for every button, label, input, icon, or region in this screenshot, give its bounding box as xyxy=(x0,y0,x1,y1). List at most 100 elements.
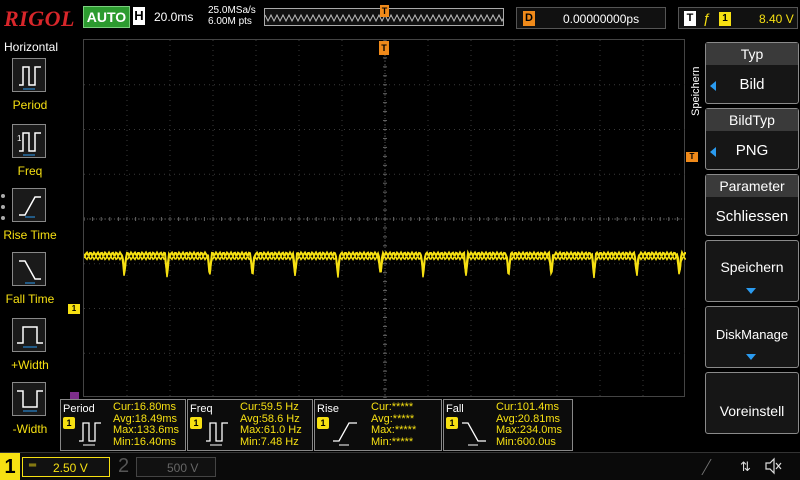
disk-manage-button[interactable]: DiskManage xyxy=(705,306,799,368)
freq-icon xyxy=(206,422,228,446)
measure-freq-button[interactable]: 1 Freq xyxy=(0,124,60,186)
trigger-label: T xyxy=(684,11,696,26)
fall-time-icon xyxy=(462,422,486,446)
image-type-label: BildTyp xyxy=(706,109,798,131)
save-label: Speichern xyxy=(720,259,784,275)
freq-icon: 1 xyxy=(12,124,46,158)
submenu-arrow-icon xyxy=(746,354,756,360)
sample-rate: 25.0MSa/s xyxy=(208,5,256,16)
measurement-name: Rise xyxy=(317,403,340,415)
type-label: Typ xyxy=(706,43,798,65)
timebase-value: 20.0ms xyxy=(154,10,194,24)
save-button[interactable]: Speichern xyxy=(705,240,799,302)
period-icon xyxy=(12,58,46,92)
parameter-value: Schliessen xyxy=(715,208,789,225)
measurement-cur: Cur:16.80ms xyxy=(113,401,176,413)
rise-time-icon xyxy=(333,422,357,446)
ch2-button[interactable]: 2 xyxy=(118,455,129,478)
menu-page-dots xyxy=(1,194,7,227)
measure-freq-label: Freq xyxy=(17,164,43,178)
measure-neg-width-label: -Width xyxy=(12,422,48,436)
auto-button[interactable]: AUTO xyxy=(83,6,130,28)
measurement-rise[interactable]: Rise 1 Cur:***** Avg:***** Max:***** Min… xyxy=(314,399,442,451)
measurement-name: Freq xyxy=(190,403,213,415)
trigger-position-marker: T xyxy=(380,5,389,17)
measurement-values: Cur:59.5 Hz Avg:58.6 Hz Max:61.0 Hz Min:… xyxy=(240,401,302,448)
ch1-offset-marker[interactable]: 1 xyxy=(68,304,80,314)
measure-menu-title: Horizontal xyxy=(3,40,59,54)
trigger-indicator[interactable]: T ƒ 1 8.40 V xyxy=(678,7,798,29)
measure-neg-width-button[interactable]: -Width xyxy=(0,382,60,444)
measure-rise-time-label: Rise Time xyxy=(3,228,57,242)
measure-pos-width-label: +Width xyxy=(11,358,49,372)
channel-status-bar: 1 ═ 2.50 V 2 500 V ⇅ xyxy=(0,452,800,480)
measurement-cur: Cur:101.4ms xyxy=(496,401,559,413)
measurement-channel-badge: 1 xyxy=(63,417,75,429)
pos-width-icon xyxy=(12,318,46,352)
parameter-button[interactable]: Parameter Schliessen xyxy=(705,174,799,236)
type-select[interactable]: Typ Bild xyxy=(705,42,799,104)
neg-width-icon xyxy=(12,382,46,416)
measurement-channel-badge: 1 xyxy=(317,417,329,429)
measurement-values: Cur:101.4ms Avg:20.81ms Max:234.0ms Min:… xyxy=(496,401,563,448)
measurement-fall[interactable]: Fall 1 Cur:101.4ms Avg:20.81ms Max:234.0… xyxy=(443,399,573,451)
measurement-channel-badge: 1 xyxy=(190,417,202,429)
trigger-level-value: 8.40 V xyxy=(759,12,794,26)
measurement-max: Max:234.0ms xyxy=(496,424,563,436)
measure-fall-time-button[interactable]: Fall Time xyxy=(0,252,60,314)
graticule xyxy=(84,40,686,398)
ch1-scale-value: 2.50 V xyxy=(53,461,88,475)
usb-icon: ⇅ xyxy=(740,459,751,474)
ch1-scale-indicator[interactable]: ═ 2.50 V xyxy=(22,457,110,477)
rise-time-icon xyxy=(12,188,46,222)
trigger-source-badge: 1 xyxy=(719,12,731,26)
measurement-min: Min:***** xyxy=(371,435,414,448)
fall-time-icon xyxy=(12,252,46,286)
rising-edge-icon: ƒ xyxy=(703,10,711,26)
save-menu-title: Speichern xyxy=(690,66,702,116)
ch1-button[interactable]: 1 xyxy=(0,453,20,480)
memory-depth: 6.00M pts xyxy=(208,16,252,27)
measurement-freq[interactable]: Freq 1 Cur:59.5 Hz Avg:58.6 Hz Max:61.0 … xyxy=(187,399,313,451)
parameter-label: Parameter xyxy=(706,175,798,197)
measurement-min: Min:600.0us xyxy=(496,435,556,448)
measurement-cur: Cur:***** xyxy=(371,401,414,413)
measurement-period[interactable]: Period 1 Cur:16.80ms Avg:18.49ms Max:133… xyxy=(60,399,186,451)
divider xyxy=(701,459,741,475)
measurement-min: Min:7.48 Hz xyxy=(240,435,299,448)
rigol-logo: RIGOL xyxy=(4,6,75,31)
measurement-max: Max:61.0 Hz xyxy=(240,424,302,436)
measurement-name: Period xyxy=(63,403,95,415)
measure-period-label: Period xyxy=(12,98,48,112)
disk-manage-label: DiskManage xyxy=(715,327,789,342)
measurement-values: Cur:16.80ms Avg:18.49ms Max:133.6ms Min:… xyxy=(113,401,180,448)
top-status-bar: RIGOL AUTO H 20.0ms 25.0MSa/s 6.00M pts … xyxy=(0,0,800,38)
period-icon xyxy=(79,422,101,446)
measurement-max: Max:***** xyxy=(371,424,417,436)
image-type-value: PNG xyxy=(735,142,769,159)
acquisition-info: 25.0MSa/s 6.00M pts xyxy=(208,5,256,27)
preset-label: Voreinstell xyxy=(719,403,785,419)
waveform-display[interactable] xyxy=(83,39,686,398)
measurement-max: Max:133.6ms xyxy=(113,424,180,436)
image-type-select[interactable]: BildTyp PNG xyxy=(705,108,799,170)
trigger-time-marker[interactable]: T xyxy=(379,41,389,55)
submenu-arrow-icon xyxy=(746,288,756,294)
type-value: Bild xyxy=(739,76,765,93)
measurement-channel-badge: 1 xyxy=(446,417,458,429)
ch2-scale-indicator[interactable]: 500 V xyxy=(136,457,216,477)
measure-pos-width-button[interactable]: +Width xyxy=(0,318,60,380)
measurement-min: Min:16.40ms xyxy=(113,435,176,448)
measure-menu: Horizontal Period 1 Freq Rise Time Fall … xyxy=(0,38,60,450)
speaker-muted-icon[interactable] xyxy=(764,457,782,475)
delay-indicator[interactable]: D 0.00000000ps xyxy=(516,7,666,29)
measurement-values: Cur:***** Avg:***** Max:***** Min:***** xyxy=(371,401,417,448)
measure-rise-time-button[interactable]: Rise Time xyxy=(0,188,60,250)
horizontal-indicator: H xyxy=(133,7,145,25)
preset-button[interactable]: Voreinstell xyxy=(705,372,799,434)
measure-fall-time-label: Fall Time xyxy=(5,292,55,306)
delay-value: 0.00000000ps xyxy=(563,12,640,26)
measure-period-button[interactable]: Period xyxy=(0,58,60,120)
dc-coupling-icon: ═ xyxy=(29,460,37,471)
measurement-cur: Cur:59.5 Hz xyxy=(240,401,299,413)
